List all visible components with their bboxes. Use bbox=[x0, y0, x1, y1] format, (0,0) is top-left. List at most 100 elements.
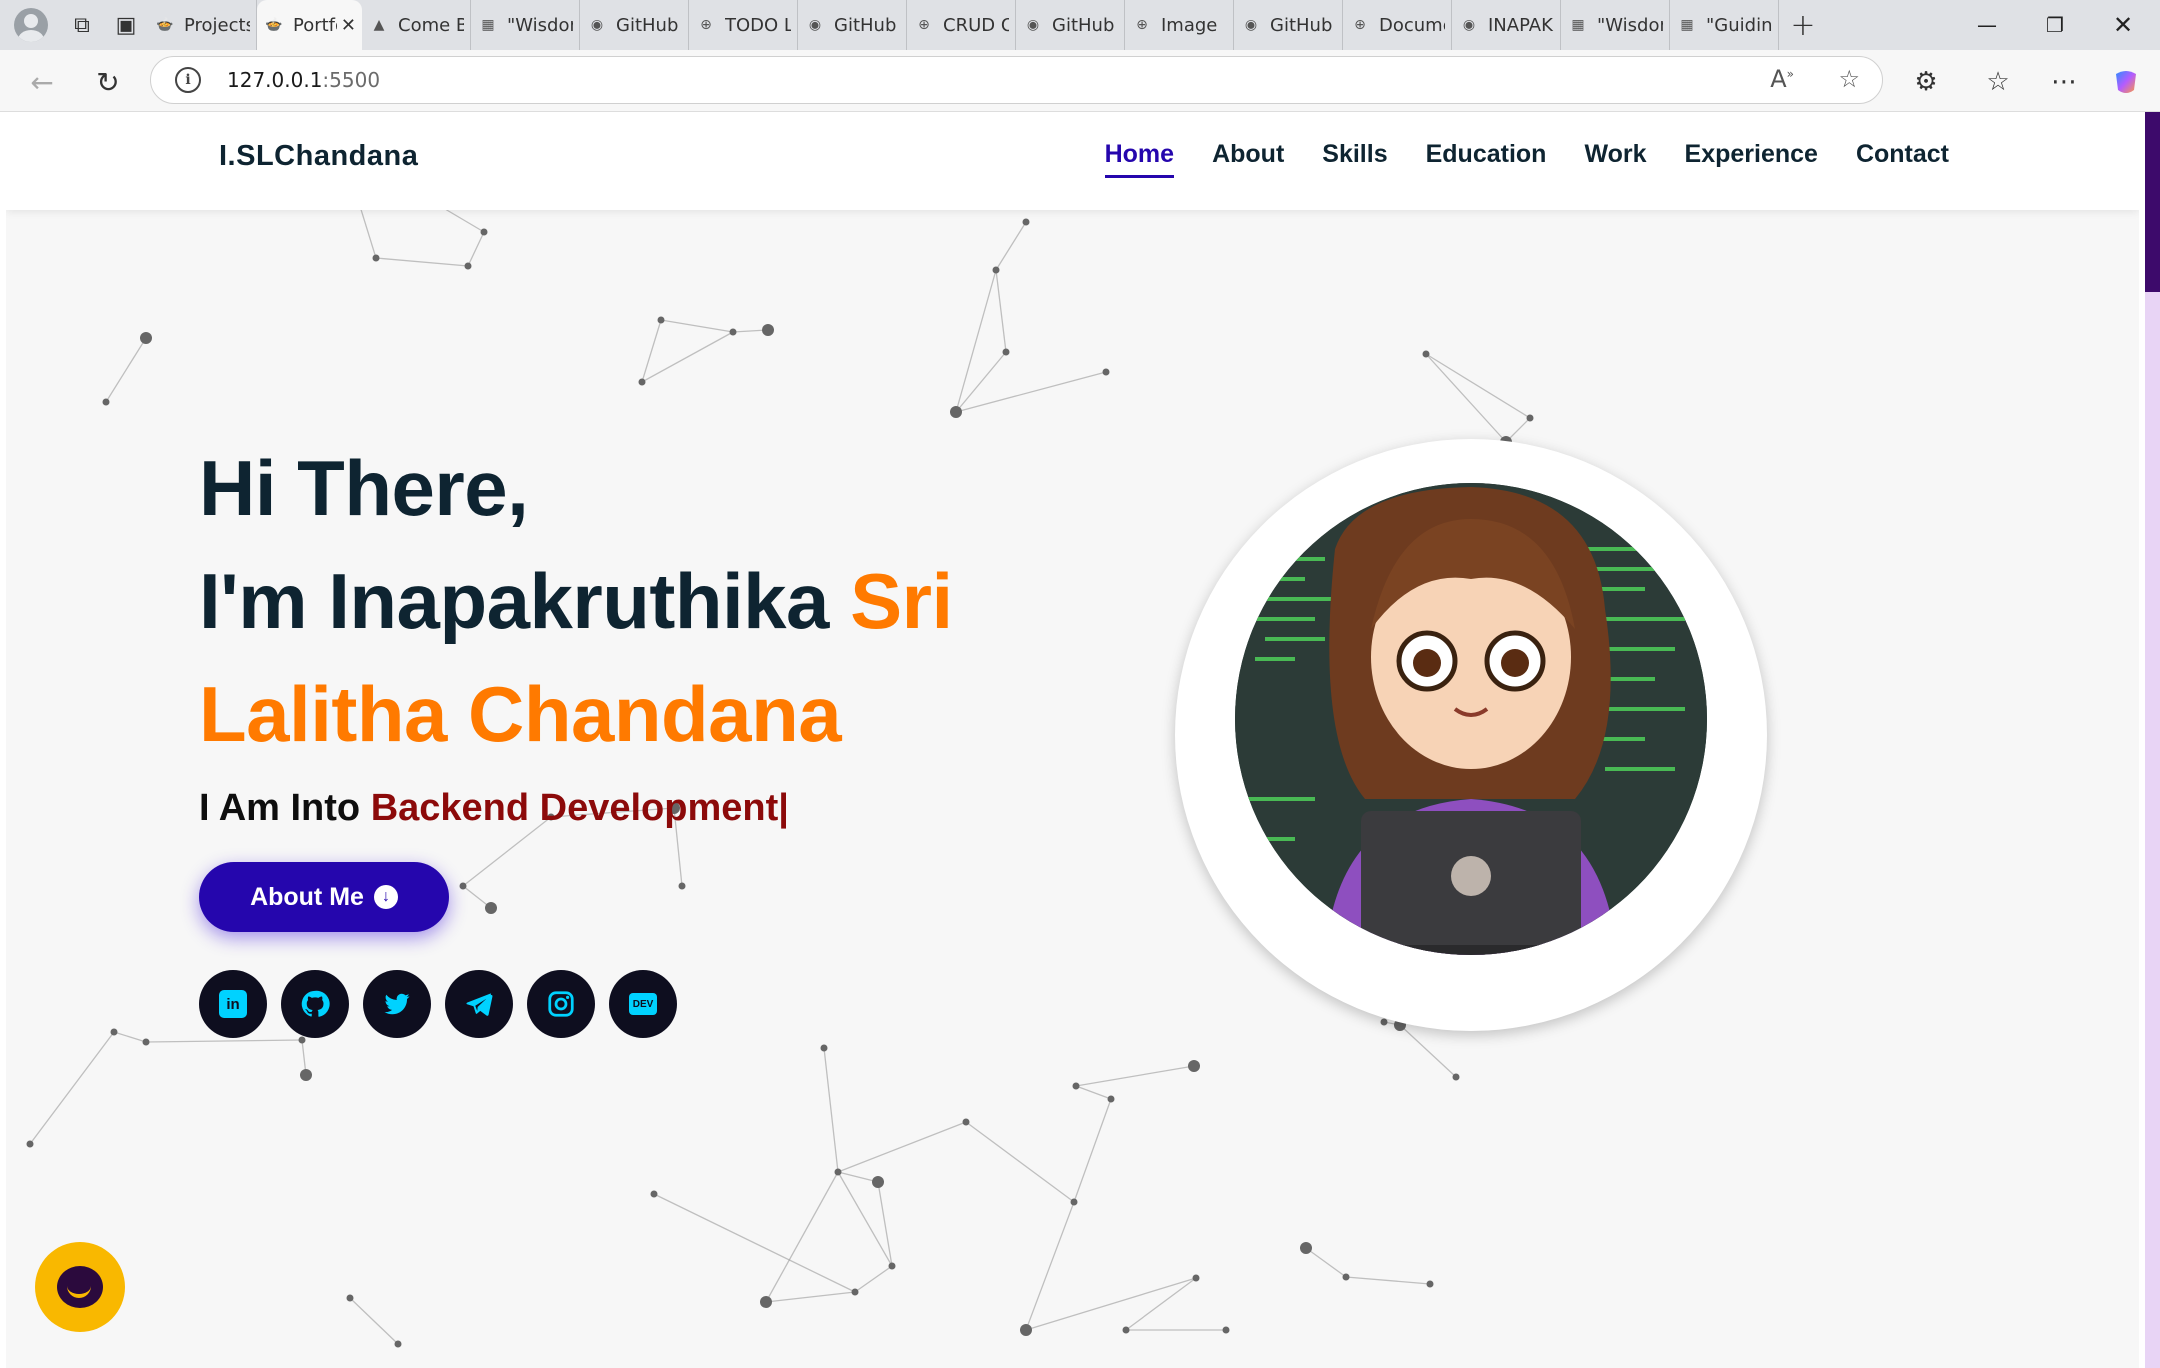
browser-tab[interactable]: ◉ GitHub bbox=[580, 0, 689, 50]
browser-tab[interactable]: ⊕ Documents bbox=[1343, 0, 1452, 50]
chat-widget-button[interactable] bbox=[35, 1242, 125, 1332]
browser-tab[interactable]: ◉ GitHub bbox=[798, 0, 907, 50]
network-node bbox=[140, 332, 152, 344]
network-node bbox=[760, 1296, 772, 1308]
twitter-link[interactable] bbox=[363, 970, 431, 1038]
close-tab-icon[interactable]: ✕ bbox=[341, 15, 356, 36]
globe-icon: ⊕ bbox=[1354, 17, 1366, 33]
github-icon: ◉ bbox=[1026, 17, 1040, 33]
network-node bbox=[1426, 1280, 1434, 1288]
browser-tab[interactable]: ◉ GitHub bbox=[1234, 0, 1343, 50]
network-link bbox=[837, 1121, 967, 1173]
network-link bbox=[955, 269, 997, 413]
network-node bbox=[394, 1340, 402, 1348]
sketch-logo-icon: 🍲 bbox=[156, 17, 174, 33]
tab-title: "Wisdom bbox=[1597, 14, 1663, 36]
tab-title: GitHub bbox=[834, 14, 897, 36]
network-node bbox=[1072, 1082, 1080, 1090]
more-menu-icon[interactable]: ⋯ bbox=[2042, 60, 2086, 104]
network-link bbox=[765, 1171, 839, 1303]
browser-tab[interactable]: ▦ "Wisdom bbox=[471, 0, 580, 50]
network-link bbox=[1025, 1201, 1075, 1331]
social-links: in DEV bbox=[199, 970, 953, 1038]
dev-link[interactable]: DEV bbox=[609, 970, 677, 1038]
browser-tab[interactable]: ▦ "Wisdom bbox=[1561, 0, 1670, 50]
network-link bbox=[29, 1031, 115, 1145]
twitter-icon bbox=[384, 993, 410, 1015]
tab-actions-icon[interactable]: ▣ bbox=[104, 5, 148, 45]
about-me-label: About Me bbox=[250, 882, 364, 911]
nav-link-work[interactable]: Work bbox=[1584, 140, 1646, 178]
portfolio-page: I.SLChandana Home About Skills Education Wor… bbox=[6, 112, 2139, 1368]
network-link bbox=[1025, 1277, 1197, 1331]
back-button[interactable]: ← bbox=[20, 60, 64, 104]
network-node bbox=[1422, 350, 1430, 358]
role-typed-text: Backend Development| bbox=[370, 787, 789, 829]
telegram-icon bbox=[466, 993, 493, 1016]
browser-tab[interactable]: ◉ INAPAKRUTHIKA bbox=[1452, 0, 1561, 50]
network-link bbox=[375, 257, 469, 267]
network-node bbox=[872, 1176, 884, 1188]
site-info-icon[interactable]: i bbox=[175, 67, 201, 93]
instagram-icon bbox=[548, 991, 574, 1017]
network-node bbox=[102, 398, 110, 406]
browser-tab[interactable]: ▲ Come Build bbox=[362, 0, 471, 50]
url-text[interactable]: 127.0.0.1:5500 bbox=[227, 68, 380, 92]
browser-tab[interactable]: ⊕ CRUD Operations bbox=[907, 0, 1016, 50]
sketch-logo-icon: 🍲 bbox=[265, 17, 283, 33]
nav-link-home[interactable]: Home bbox=[1104, 140, 1175, 178]
network-link bbox=[349, 1297, 399, 1345]
site-brand[interactable]: I.SLChandana bbox=[219, 140, 418, 173]
network-node bbox=[110, 1028, 118, 1036]
github-link[interactable] bbox=[281, 970, 349, 1038]
network-node bbox=[851, 1288, 859, 1296]
linkedin-link[interactable]: in bbox=[199, 970, 267, 1038]
read-aloud-icon[interactable]: A» bbox=[1770, 65, 1794, 93]
scrollbar-thumb[interactable] bbox=[2145, 112, 2160, 292]
address-bar[interactable]: i 127.0.0.1:5500 A» ☆ bbox=[150, 56, 1883, 104]
nav-link-skills[interactable]: Skills bbox=[1322, 140, 1387, 178]
instagram-link[interactable] bbox=[527, 970, 595, 1038]
network-node bbox=[1192, 1274, 1200, 1282]
browser-tab[interactable]: 🍲 Portfolio✕ bbox=[257, 0, 362, 50]
tab-title: INAPAKRUTHIKA bbox=[1488, 14, 1554, 36]
page-scrollbar[interactable] bbox=[2145, 112, 2160, 1368]
extensions-icon[interactable]: ⚙ bbox=[1904, 60, 1948, 104]
avatar-frame bbox=[1175, 439, 1767, 1031]
refresh-button[interactable]: ↻ bbox=[86, 60, 130, 104]
browser-tab[interactable]: ⊕ Image bbox=[1125, 0, 1234, 50]
workspaces-icon[interactable]: ⧉ bbox=[60, 5, 104, 45]
nav-link-education[interactable]: Education bbox=[1426, 140, 1547, 178]
profile-avatar-icon[interactable] bbox=[14, 8, 48, 42]
nav-link-contact[interactable]: Contact bbox=[1856, 140, 1949, 178]
browser-tab[interactable]: ▦ "Guiding bbox=[1670, 0, 1779, 50]
nav-link-about[interactable]: About bbox=[1212, 140, 1284, 178]
network-node bbox=[1070, 1198, 1078, 1206]
github-icon bbox=[301, 990, 330, 1017]
network-node bbox=[372, 254, 380, 262]
network-link bbox=[854, 1265, 893, 1293]
favorite-star-icon[interactable]: ☆ bbox=[1838, 65, 1860, 93]
browser-tab[interactable]: 🍲 Projects bbox=[148, 0, 257, 50]
hero-section: Hi There, I'm Inapakruthika Sri Lalitha … bbox=[199, 432, 953, 1038]
about-me-button[interactable]: About Me ↓ bbox=[199, 862, 449, 932]
network-node bbox=[300, 1069, 312, 1081]
browser-tab[interactable]: ⊕ TODO List bbox=[689, 0, 798, 50]
url-host: 127.0.0.1 bbox=[227, 68, 323, 92]
network-link bbox=[1073, 1098, 1112, 1203]
copilot-icon[interactable] bbox=[2104, 60, 2148, 104]
hero-name-accent-line: Lalitha Chandana bbox=[199, 670, 842, 758]
network-node bbox=[1020, 1324, 1032, 1336]
network-node bbox=[962, 1118, 970, 1126]
restore-button[interactable]: ❐ bbox=[2022, 0, 2088, 50]
favorites-icon[interactable]: ☆ bbox=[1976, 60, 2020, 104]
close-window-button[interactable]: ✕ bbox=[2090, 0, 2156, 50]
network-node bbox=[1188, 1060, 1200, 1072]
new-tab-button[interactable]: + bbox=[1779, 8, 1827, 43]
network-link bbox=[113, 1031, 147, 1043]
telegram-link[interactable] bbox=[445, 970, 513, 1038]
browser-tab[interactable]: ◉ GitHub bbox=[1016, 0, 1125, 50]
minimize-button[interactable]: — bbox=[1954, 0, 2020, 50]
nav-link-experience[interactable]: Experience bbox=[1685, 140, 1818, 178]
chat-bubble-icon bbox=[57, 1266, 103, 1308]
